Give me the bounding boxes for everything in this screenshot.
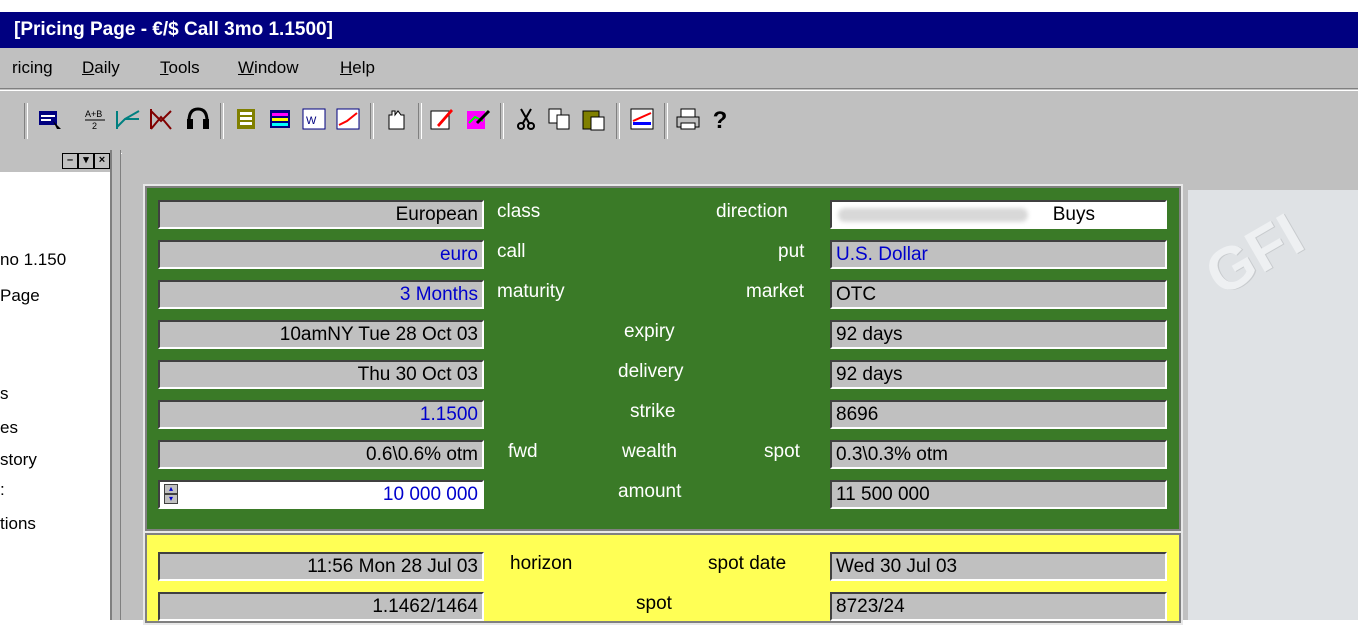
redacted-text <box>838 208 1028 222</box>
left-panel-item[interactable]: : <box>0 480 5 500</box>
hand-icon[interactable] <box>382 107 410 135</box>
svg-text:A+B: A+B <box>85 109 102 119</box>
calculator-icon[interactable] <box>266 107 294 135</box>
direction-field[interactable]: Buys <box>830 200 1167 229</box>
left-panel-item[interactable]: s <box>0 384 9 404</box>
maturity-field[interactable]: 3 Months <box>158 280 484 309</box>
line-chart-icon[interactable] <box>334 107 362 135</box>
market-field[interactable]: OTC <box>830 280 1167 309</box>
expiry-date-field[interactable]: 10amNY Tue 28 Oct 03 <box>158 320 484 349</box>
butterfly-icon[interactable] <box>148 107 176 135</box>
minimize-icon[interactable]: – <box>62 153 78 169</box>
put-currency-field[interactable]: U.S. Dollar <box>830 240 1167 269</box>
left-panel-item[interactable]: tions <box>0 514 36 534</box>
left-panel-item[interactable]: no 1.150 <box>0 250 66 270</box>
headset-icon[interactable] <box>184 107 212 135</box>
counter-amount-field[interactable]: 11 500 000 <box>830 480 1167 509</box>
graph-icon[interactable] <box>628 107 656 135</box>
label-market: market <box>746 281 805 302</box>
label-call: call <box>497 241 526 262</box>
menu-daily[interactable]: Daily <box>82 58 120 78</box>
delivery-date-field[interactable]: Thu 30 Oct 03 <box>158 360 484 389</box>
cut-icon[interactable] <box>512 107 540 135</box>
left-panel-item[interactable]: es <box>0 418 18 438</box>
delivery-days-field: 92 days <box>830 360 1167 389</box>
left-panel: – ▾ × no 1.150 Page s es story : tions <box>0 150 112 620</box>
amount-input[interactable]: ▴ ▾ 10 000 000 <box>158 480 484 509</box>
label-horizon: horizon <box>510 553 573 574</box>
svg-text:2: 2 <box>92 121 97 131</box>
fwd-moneyness-field: 0.6\0.6% otm <box>158 440 484 469</box>
menu-window[interactable]: Window <box>238 58 298 78</box>
call-currency-field[interactable]: euro <box>158 240 484 269</box>
label-strike: strike <box>630 401 676 422</box>
menu-tools[interactable]: Tools <box>160 58 200 78</box>
amount-spinner[interactable]: ▴ ▾ <box>164 484 178 506</box>
close-icon[interactable]: × <box>94 153 110 169</box>
window-title: [Pricing Page - €/$ Call 3mo 1.1500] <box>0 12 1358 48</box>
spot-moneyness-field: 0.3\0.3% otm <box>830 440 1167 469</box>
paste-icon[interactable] <box>580 107 608 135</box>
label-fwd: fwd <box>508 441 538 462</box>
label-wealth: wealth <box>622 441 677 462</box>
strike-field[interactable]: 1.1500 <box>158 400 484 429</box>
scrollbar[interactable] <box>112 150 121 620</box>
report-icon[interactable] <box>36 107 64 135</box>
horizon-field[interactable]: 11:56 Mon 28 Jul 03 <box>158 552 484 581</box>
ticket-icon[interactable] <box>232 107 260 135</box>
average-icon[interactable]: A+B 2 <box>82 107 110 135</box>
inverse-spot-field[interactable]: 8723/24 <box>830 592 1167 621</box>
label-spot: spot <box>764 441 800 462</box>
svg-text:W: W <box>306 115 317 127</box>
spot-date-field: Wed 30 Jul 03 <box>830 552 1167 581</box>
chart-edit-icon[interactable] <box>464 107 492 135</box>
spot-rate-field[interactable]: 1.1462/1464 <box>158 592 484 621</box>
label-maturity: maturity <box>497 281 565 302</box>
weekly-chart-icon[interactable]: W <box>300 107 328 135</box>
label-delivery: delivery <box>618 361 684 382</box>
expiry-days-field: 92 days <box>830 320 1167 349</box>
left-panel-caption: – ▾ × <box>0 150 110 172</box>
spinner-up-icon[interactable]: ▴ <box>164 484 178 494</box>
label-direction: direction <box>716 201 788 222</box>
label-spot-rate: spot <box>636 593 672 614</box>
help-icon[interactable]: ? <box>706 107 734 135</box>
label-spot-date: spot date <box>708 553 787 574</box>
toolbar: A+B 2 W ? <box>0 90 1358 154</box>
menu-bar: ricing Daily Tools Window Help <box>0 48 1358 89</box>
label-class: class <box>497 201 541 222</box>
inverse-strike-field[interactable]: 8696 <box>830 400 1167 429</box>
left-panel-item[interactable]: Page <box>0 286 40 306</box>
copy-icon[interactable] <box>546 107 574 135</box>
label-put: put <box>778 241 805 262</box>
menu-pricing[interactable]: ricing <box>12 58 53 78</box>
label-amount: amount <box>618 481 682 502</box>
print-icon[interactable] <box>674 107 702 135</box>
spinner-down-icon[interactable]: ▾ <box>164 494 178 504</box>
edit-icon[interactable] <box>428 107 456 135</box>
option-style-field[interactable]: European <box>158 200 484 229</box>
restore-icon[interactable]: ▾ <box>78 153 94 169</box>
watermark-area: GFI <box>1188 190 1358 620</box>
left-panel-item[interactable]: story <box>0 450 37 470</box>
call-spread-icon[interactable] <box>114 107 142 135</box>
label-expiry: expiry <box>624 321 675 342</box>
watermark-logo: GFI <box>1193 200 1315 309</box>
menu-help[interactable]: Help <box>340 58 375 78</box>
